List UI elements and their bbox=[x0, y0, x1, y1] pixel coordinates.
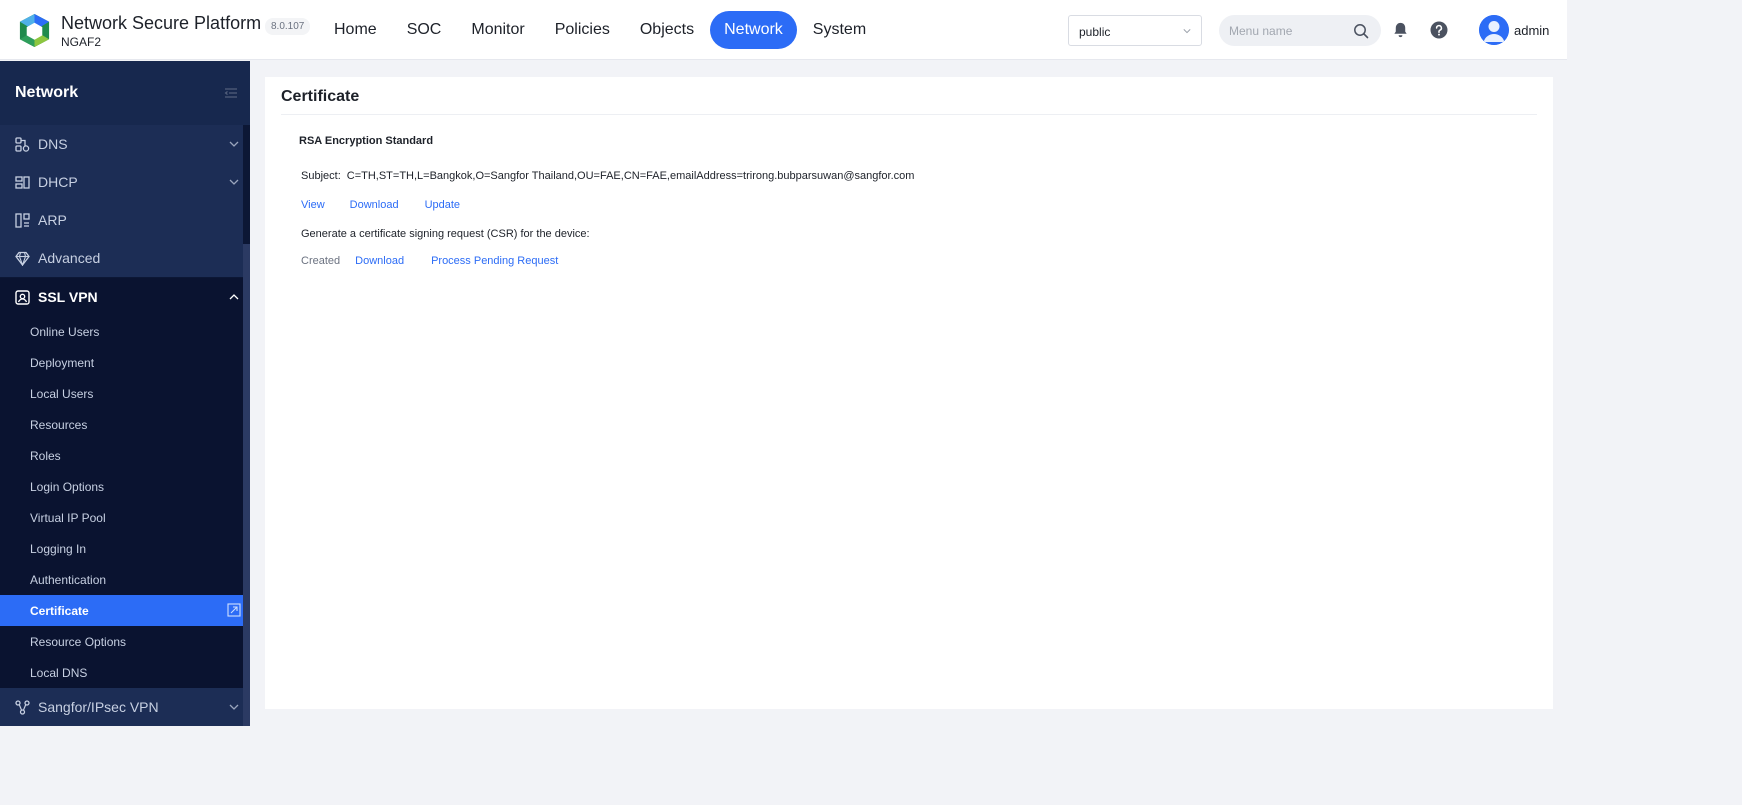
dns-icon bbox=[15, 137, 30, 152]
sidebar-item-label: Resource Options bbox=[30, 635, 127, 649]
sidebar-title: Network bbox=[15, 84, 79, 101]
chevron-down-icon bbox=[229, 179, 239, 185]
chevron-down-icon bbox=[229, 141, 239, 147]
menu-search bbox=[1219, 15, 1381, 46]
sidebar-group-label: SSL VPN bbox=[38, 289, 98, 305]
sidebar-scrollbar[interactable] bbox=[243, 244, 250, 726]
sidebar-item-resource-options[interactable]: Resource Options bbox=[0, 626, 243, 657]
sidebar-group-arp[interactable]: ARP bbox=[0, 201, 243, 239]
sidebar-item-certificate[interactable]: Certificate bbox=[0, 595, 243, 626]
sidebar-group-dhcp[interactable]: DHCP bbox=[0, 163, 243, 201]
dhcp-icon bbox=[15, 176, 30, 189]
sidebar-item-local-users[interactable]: Local Users bbox=[0, 378, 243, 409]
chevron-up-icon bbox=[229, 294, 239, 300]
nav-network[interactable]: Network bbox=[710, 11, 797, 49]
download-csr-link[interactable]: Download bbox=[355, 255, 404, 267]
subject-value: C=TH,ST=TH,L=Bangkok,O=Sangfor Thailand,… bbox=[346, 170, 915, 182]
chevron-down-icon bbox=[229, 704, 239, 710]
tenant-select[interactable]: public bbox=[1068, 15, 1202, 46]
nav-soc[interactable]: SOC bbox=[393, 11, 456, 49]
sidebar-group-ssl-vpn[interactable]: SSL VPN bbox=[0, 278, 243, 316]
collapse-menu-icon[interactable] bbox=[224, 86, 238, 100]
sidebar-group-label: Sangfor/IPsec VPN bbox=[38, 699, 159, 715]
sidebar: Network DNS DHCP ARP Advanced SSL VPN On… bbox=[0, 61, 250, 726]
bell-icon[interactable] bbox=[1392, 21, 1409, 39]
nav-objects[interactable]: Objects bbox=[626, 11, 708, 49]
sidebar-group-sangfor-ipsec-vpn[interactable]: Sangfor/IPsec VPN bbox=[0, 688, 243, 726]
help-icon[interactable] bbox=[1430, 21, 1448, 39]
arp-icon bbox=[15, 213, 30, 228]
diamond-icon bbox=[15, 251, 30, 266]
search-icon[interactable] bbox=[1353, 23, 1369, 39]
certificate-panel: Certificate RSA Encryption Standard Subj… bbox=[265, 77, 1553, 709]
open-in-tab-icon[interactable] bbox=[227, 603, 241, 617]
sidebar-item-logging-in[interactable]: Logging In bbox=[0, 533, 243, 564]
divider bbox=[281, 114, 1537, 115]
sidebar-item-virtual-ip-pool[interactable]: Virtual IP Pool bbox=[0, 502, 243, 533]
nav-home[interactable]: Home bbox=[320, 11, 391, 49]
sidebar-group-label: ARP bbox=[38, 212, 67, 228]
certificate-actions: View Download Update bbox=[301, 199, 460, 211]
user-avatar-icon bbox=[1479, 15, 1509, 45]
csr-actions: Created Download Process Pending Request bbox=[301, 255, 558, 267]
sidebar-item-label: Local DNS bbox=[30, 666, 88, 680]
sidebar-item-label: Virtual IP Pool bbox=[30, 511, 106, 525]
sidebar-item-label: Logging In bbox=[30, 542, 87, 556]
sidebar-item-local-dns[interactable]: Local DNS bbox=[0, 657, 243, 688]
avatar[interactable] bbox=[1479, 15, 1509, 45]
sangfor-logo-icon bbox=[19, 13, 50, 48]
sidebar-item-label: Resources bbox=[30, 418, 88, 432]
sidebar-item-label: Login Options bbox=[30, 480, 105, 494]
main-nav: Home SOC Monitor Policies Objects Networ… bbox=[320, 11, 880, 49]
version-badge: 8.0.107 bbox=[265, 18, 311, 35]
sidebar-group-advanced[interactable]: Advanced bbox=[0, 239, 243, 277]
nav-policies[interactable]: Policies bbox=[541, 11, 624, 49]
csr-status: Created bbox=[301, 255, 341, 267]
sidebar-item-resources[interactable]: Resources bbox=[0, 409, 243, 440]
vpn-nodes-icon bbox=[15, 700, 30, 715]
menu-search-input[interactable] bbox=[1229, 15, 1349, 46]
sidebar-item-label: Roles bbox=[30, 449, 61, 463]
section-title: RSA Encryption Standard bbox=[299, 135, 434, 147]
sidebar-item-label: Certificate bbox=[30, 604, 89, 618]
top-bar: Network Secure Platform NGAF2 8.0.107 Ho… bbox=[0, 0, 1567, 60]
sidebar-group-label: DHCP bbox=[38, 174, 78, 190]
sidebar-item-label: Local Users bbox=[30, 387, 94, 401]
tenant-select-value: public bbox=[1079, 25, 1111, 39]
process-pending-request-link[interactable]: Process Pending Request bbox=[431, 255, 558, 267]
chevron-down-icon bbox=[1183, 29, 1191, 34]
sidebar-item-login-options[interactable]: Login Options bbox=[0, 471, 243, 502]
sidebar-item-label: Authentication bbox=[30, 573, 107, 587]
sidebar-item-deployment[interactable]: Deployment bbox=[0, 347, 243, 378]
sidebar-header: Network bbox=[0, 61, 250, 125]
sidebar-item-label: Online Users bbox=[30, 325, 100, 339]
sidebar-item-label: Deployment bbox=[30, 356, 95, 370]
page-title: Certificate bbox=[281, 88, 360, 105]
ssl-vpn-icon bbox=[15, 290, 30, 305]
csr-description: Generate a certificate signing request (… bbox=[301, 228, 590, 240]
subject-label: Subject: bbox=[301, 170, 341, 182]
product-title: Network Secure Platform bbox=[61, 13, 262, 33]
product-subtitle: NGAF2 bbox=[61, 35, 102, 49]
download-certificate-link[interactable]: Download bbox=[350, 199, 399, 211]
subject-row: Subject: C=TH,ST=TH,L=Bangkok,O=Sangfor T… bbox=[301, 170, 914, 182]
sidebar-group-dns[interactable]: DNS bbox=[0, 125, 243, 163]
username[interactable]: admin bbox=[1514, 23, 1549, 38]
update-certificate-link[interactable]: Update bbox=[425, 199, 460, 211]
sidebar-item-roles[interactable]: Roles bbox=[0, 440, 243, 471]
sidebar-group-label: DNS bbox=[38, 136, 68, 152]
sidebar-item-authentication[interactable]: Authentication bbox=[0, 564, 243, 595]
nav-monitor[interactable]: Monitor bbox=[457, 11, 538, 49]
nav-system[interactable]: System bbox=[799, 11, 880, 49]
view-certificate-link[interactable]: View bbox=[301, 199, 325, 211]
sidebar-group-label: Advanced bbox=[38, 250, 101, 266]
sidebar-item-online-users[interactable]: Online Users bbox=[0, 316, 243, 347]
